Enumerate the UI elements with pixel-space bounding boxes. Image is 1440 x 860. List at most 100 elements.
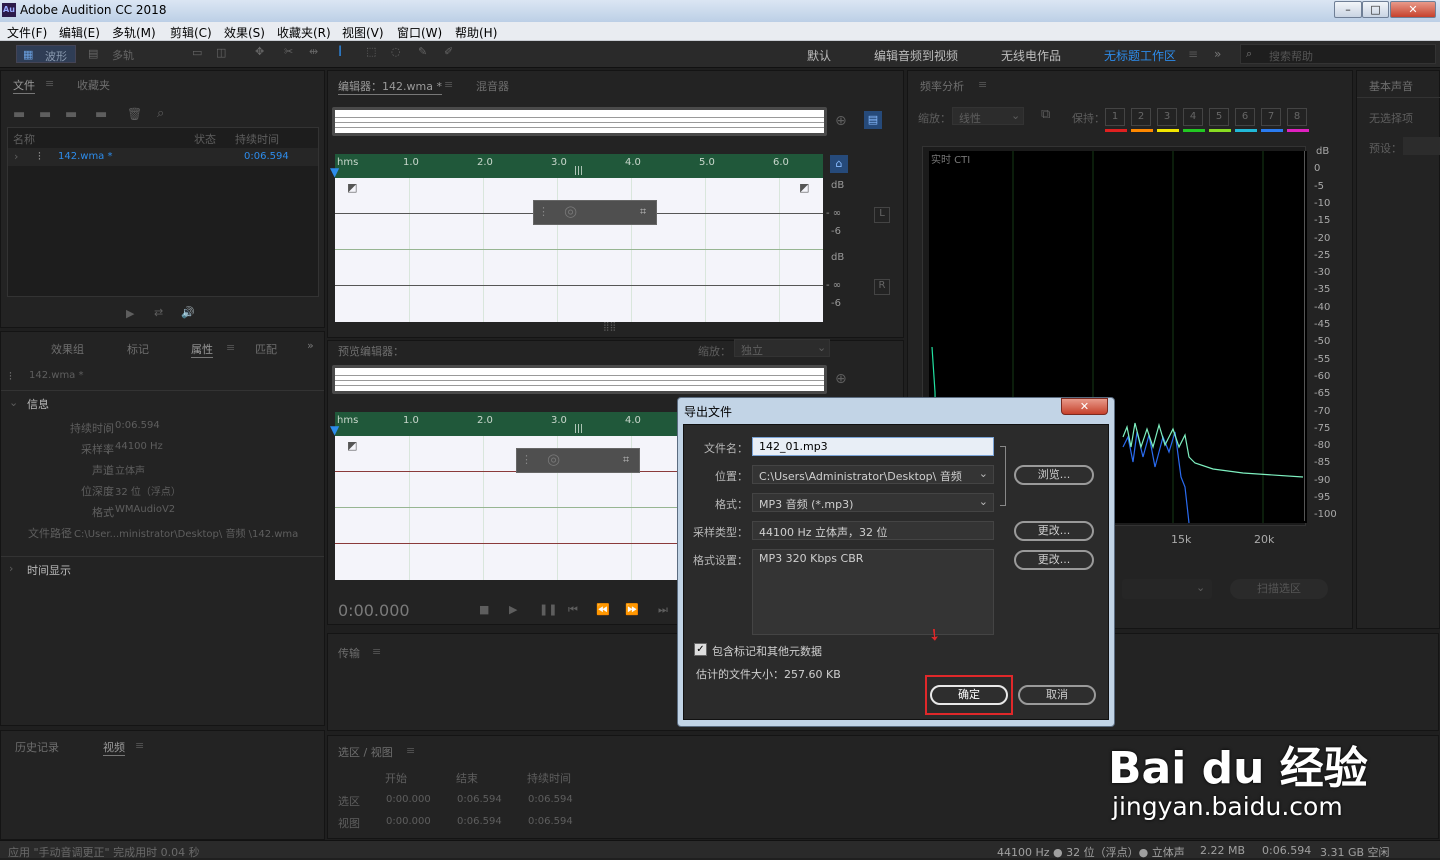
waveform-view-button[interactable]: ▦ 波形 (16, 45, 76, 63)
hud-volume[interactable]: ⋮ ◎ ⌗ (533, 200, 657, 225)
volume-knob-icon[interactable]: ◎ (547, 450, 560, 468)
tab-history[interactable]: 历史记录 (15, 739, 59, 755)
import-icon[interactable]: ▬ (39, 107, 51, 122)
tab-menu-icon[interactable]: ≡ (978, 78, 987, 91)
menu-view[interactable]: 视图(V) (342, 24, 384, 41)
pin-icon[interactable]: ⌗ (640, 205, 646, 219)
change-format-button[interactable]: 更改... (1014, 550, 1094, 570)
selection-duration[interactable]: 0:06.594 (528, 794, 573, 805)
ok-button[interactable]: 确定 (930, 685, 1008, 705)
waveform-area[interactable]: ◩ ◩ ⋮ ◎ ⌗ (335, 178, 823, 322)
tab-editor[interactable]: 编辑器：142.wma * (338, 78, 442, 95)
menu-file[interactable]: 文件(F) (7, 24, 47, 41)
autoplay-icon[interactable]: 🔊 (181, 306, 195, 319)
delete-icon[interactable]: 🗑 (127, 107, 142, 121)
workspace-edit-audio-video[interactable]: 编辑音频到视频 (874, 47, 958, 64)
more-tabs-icon[interactable]: » (307, 339, 314, 352)
hold-button[interactable]: 2 (1131, 108, 1151, 126)
tab-menu-icon[interactable]: ≡ (406, 744, 415, 757)
playhead-icon[interactable]: ▼ (330, 423, 339, 437)
col-duration[interactable]: 持续时间 (235, 131, 279, 147)
collapse-info-icon[interactable]: ⌄ (9, 396, 18, 409)
tab-menu-icon[interactable]: ≡ (226, 341, 235, 354)
lock-icon[interactable]: ⌂ (830, 155, 848, 173)
tab-properties[interactable]: 属性 (191, 341, 213, 358)
fade-in-handle-icon[interactable]: ◩ (347, 439, 357, 452)
resize-grip-icon[interactable]: ⣿⣿ (603, 322, 616, 332)
maximize-button[interactable]: □ (1362, 1, 1389, 18)
spectral-display-icon[interactable]: ▭ (192, 46, 202, 59)
format-select[interactable]: MP3 音频 (*.mp3) ⌄ (752, 493, 994, 512)
tab-files[interactable]: 文件 (13, 77, 35, 94)
tab-essential-sound[interactable]: 基本声音 (1369, 78, 1413, 94)
tab-menu-icon[interactable]: ≡ (372, 645, 381, 658)
hold-button[interactable]: 1 (1105, 108, 1125, 126)
workspace-menu-icon[interactable]: ≡ (1188, 47, 1198, 61)
slip-tool-icon[interactable]: ⇹ (309, 45, 318, 58)
zoom-icon[interactable]: ⊕ (835, 113, 847, 129)
file-row[interactable]: › ⫶ 142.wma * 0:06.594 (8, 148, 318, 166)
search-files-icon[interactable]: ⌕ (157, 106, 164, 121)
tab-selection-view[interactable]: 选区 / 视图 (338, 744, 393, 760)
open-file-icon[interactable]: ▬ (13, 107, 25, 122)
new-file-icon[interactable]: ▬ (65, 107, 77, 122)
spectral-toggle-icon[interactable]: ▤ (864, 111, 882, 129)
tab-effects-rack[interactable]: 效果组 (51, 341, 84, 357)
tab-match[interactable]: 匹配 (255, 341, 277, 357)
preview-waveform-area[interactable]: ◩ ⋮ ◎ ⌗ (335, 436, 678, 580)
loop-icon[interactable]: ⇄ (154, 306, 163, 319)
workspace-radio[interactable]: 无线电作品 (1001, 47, 1061, 64)
view-start[interactable]: 0:00.000 (386, 816, 431, 827)
spot-healing-tool-icon[interactable]: ✐ (444, 45, 453, 58)
selection-end[interactable]: 0:06.594 (457, 794, 502, 805)
view-duration[interactable]: 0:06.594 (528, 816, 573, 827)
minimize-button[interactable]: – (1334, 1, 1362, 18)
hud-volume[interactable]: ⋮ ◎ ⌗ (516, 448, 640, 473)
search-help-box[interactable]: ⌕ 搜索帮助 (1240, 44, 1436, 64)
dialog-close-button[interactable]: ✕ (1061, 398, 1108, 415)
preview-time-ruler[interactable]: hms 1.0 2.0 3.0 4.0 ||| (335, 412, 678, 436)
pin-icon[interactable]: ⌗ (623, 453, 629, 467)
search-input[interactable]: 搜索帮助 (1269, 48, 1313, 64)
menu-window[interactable]: 窗口(W) (397, 24, 442, 41)
mode-select[interactable]: ⌄ (1122, 579, 1212, 599)
section-info[interactable]: 信息 (27, 396, 49, 412)
tab-menu-icon[interactable]: ≡ (45, 77, 54, 90)
workspace-untitled[interactable]: 无标题工作区 (1104, 47, 1176, 64)
browse-button[interactable]: 浏览... (1014, 465, 1094, 485)
go-to-end-icon[interactable]: ⏭ (658, 603, 668, 617)
save-icon[interactable]: ▬ (95, 107, 107, 122)
tab-mixer[interactable]: 混音器 (476, 78, 509, 94)
lock-icon[interactable]: ⧉ (1041, 107, 1050, 122)
menu-favorites[interactable]: 收藏夹(R) (277, 24, 331, 41)
tab-menu-icon[interactable]: ≡ (444, 78, 453, 91)
razor-tool-icon[interactable]: ✂ (284, 45, 293, 58)
hold-button[interactable]: 7 (1261, 108, 1281, 126)
menu-clip[interactable]: 剪辑(C) (170, 24, 212, 41)
tab-transport[interactable]: 传输 (338, 645, 360, 661)
time-ruler[interactable]: hms 1.0 2.0 3.0 4.0 5.0 6.0 ||| (335, 154, 823, 178)
col-status[interactable]: 状态 (194, 131, 216, 147)
close-button[interactable]: ✕ (1390, 1, 1436, 18)
section-time-display[interactable]: 时间显示 (27, 562, 71, 578)
channel-l-toggle[interactable]: L (874, 207, 890, 223)
tab-menu-icon[interactable]: ≡ (135, 739, 144, 752)
menu-help[interactable]: 帮助(H) (455, 24, 497, 41)
scan-selection-button[interactable]: 扫描选区 (1230, 579, 1328, 599)
tab-video[interactable]: 视频 (103, 739, 125, 756)
multitrack-view-button[interactable]: ▤ 多轨 (84, 45, 144, 63)
lasso-tool-icon[interactable]: ◌ (391, 45, 401, 58)
volume-knob-icon[interactable]: ◎ (564, 202, 577, 220)
filename-input[interactable]: 142_01.mp3 (752, 437, 994, 456)
move-tool-icon[interactable]: ✥ (255, 45, 264, 58)
expand-time-icon[interactable]: › (9, 562, 13, 575)
expand-icon[interactable]: › (14, 150, 18, 163)
menu-effects[interactable]: 效果(S) (224, 24, 265, 41)
waveform-overview[interactable] (332, 107, 827, 136)
hold-button[interactable]: 8 (1287, 108, 1307, 126)
hold-button[interactable]: 4 (1183, 108, 1203, 126)
go-to-start-icon[interactable]: ⏮ (568, 603, 578, 617)
menu-multitrack[interactable]: 多轨(M) (112, 24, 156, 41)
time-selection-tool-icon[interactable]: I (338, 44, 342, 60)
more-workspaces-icon[interactable]: » (1214, 47, 1221, 61)
